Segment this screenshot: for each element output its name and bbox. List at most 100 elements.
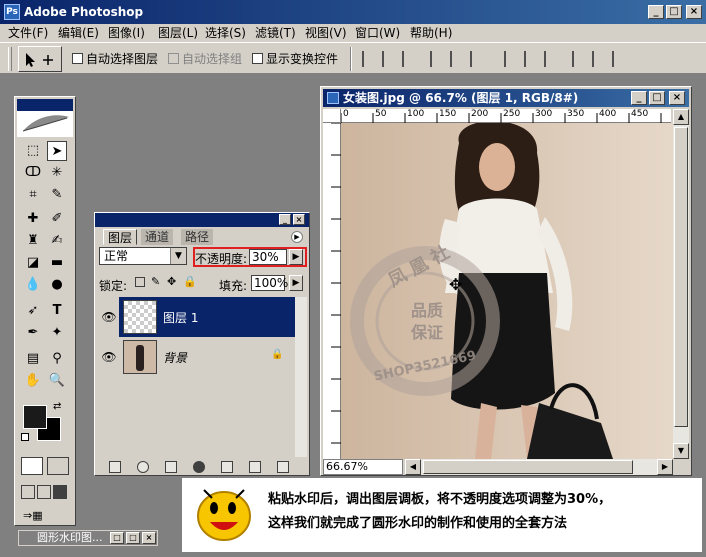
menu-filter[interactable]: 滤镜(T) xyxy=(255,24,296,42)
layer-row-layer1[interactable]: 👁 图层 1 xyxy=(99,297,295,337)
lock-position-icon[interactable]: ✥ xyxy=(167,275,176,288)
tool-preset-picker[interactable] xyxy=(18,46,62,72)
menu-select[interactable]: 选择(S) xyxy=(205,24,246,42)
blur-tool-icon[interactable]: 💧 xyxy=(23,275,43,295)
blend-mode-select[interactable]: 正常 ▼ xyxy=(99,247,187,265)
lock-image-icon[interactable]: ✎ xyxy=(151,275,160,288)
grip-handle[interactable] xyxy=(8,47,12,71)
trash-icon[interactable] xyxy=(277,461,289,473)
new-group-icon[interactable] xyxy=(221,461,233,473)
jump-to-imageready-icon[interactable]: ⇒▦ xyxy=(23,509,67,523)
doc-close-button[interactable]: × xyxy=(669,91,685,105)
panel-menu-icon[interactable]: ▶ xyxy=(291,231,303,243)
layer-style-icon[interactable] xyxy=(137,461,149,473)
history-brush-tool-icon[interactable]: ✍ xyxy=(47,231,67,251)
min-maximize-button[interactable]: □ xyxy=(126,532,140,544)
auto-select-group-checkbox[interactable] xyxy=(168,53,179,64)
marquee-tool-icon[interactable]: ⬚ xyxy=(23,141,43,161)
align-left-icon[interactable] xyxy=(430,51,444,67)
eyedropper-tool-icon[interactable]: ⚲ xyxy=(47,349,67,369)
scroll-right-icon[interactable]: ▶ xyxy=(657,459,673,475)
adjustment-layer-icon[interactable] xyxy=(193,461,205,473)
menu-file[interactable]: 文件(F) xyxy=(8,24,48,42)
align-bottom-icon[interactable] xyxy=(402,51,416,67)
menu-view[interactable]: 视图(V) xyxy=(305,24,347,42)
lock-transparency-icon[interactable] xyxy=(135,277,145,287)
distribute-vcenter-icon[interactable] xyxy=(524,51,538,67)
align-vcenter-icon[interactable] xyxy=(382,51,396,67)
panel-minimize-button[interactable]: _ xyxy=(279,214,291,225)
vertical-ruler[interactable] xyxy=(323,122,341,459)
eye-icon[interactable]: 👁 xyxy=(99,297,119,337)
notes-tool-icon[interactable]: ▤ xyxy=(23,349,43,369)
link-layers-icon[interactable] xyxy=(109,461,121,473)
crop-tool-icon[interactable]: ⌗ xyxy=(23,185,43,205)
menu-image[interactable]: 图像(I) xyxy=(108,24,145,42)
ruler-origin[interactable] xyxy=(323,109,341,123)
standard-mode-icon[interactable] xyxy=(21,457,43,475)
adobe-feather-logo-icon[interactable] xyxy=(17,111,73,137)
brush-tool-icon[interactable]: ✐ xyxy=(47,209,67,229)
eye-icon[interactable]: 👁 xyxy=(99,337,119,377)
gradient-tool-icon[interactable]: ▬ xyxy=(47,253,67,273)
path-selection-tool-icon[interactable]: ➶ xyxy=(23,301,43,321)
new-layer-icon[interactable] xyxy=(249,461,261,473)
slice-tool-icon[interactable]: ✎ xyxy=(47,185,67,205)
menu-help[interactable]: 帮助(H) xyxy=(410,24,452,42)
panel-close-button[interactable]: × xyxy=(293,214,305,225)
foreground-color-swatch[interactable] xyxy=(23,405,47,429)
minimize-button[interactable]: _ xyxy=(648,5,664,19)
toolbox-title-bar[interactable] xyxy=(17,99,73,111)
layers-panel-title-bar[interactable] xyxy=(95,213,309,227)
lasso-tool-icon[interactable]: ↀ xyxy=(23,163,43,183)
vertical-scroll-thumb[interactable] xyxy=(674,127,688,427)
doc-maximize-button[interactable]: □ xyxy=(649,91,665,105)
scroll-left-icon[interactable]: ◀ xyxy=(405,459,421,475)
pen-tool-icon[interactable]: ✒ xyxy=(23,323,43,343)
quick-mask-mode-icon[interactable] xyxy=(47,457,69,475)
tab-layers[interactable]: 图层 xyxy=(103,229,138,245)
menu-layer[interactable]: 图层(L) xyxy=(158,24,198,42)
layers-scrollbar[interactable] xyxy=(295,297,307,457)
maximize-button[interactable]: □ xyxy=(666,5,682,19)
layer-row-background[interactable]: 👁 背景 🔒 xyxy=(99,337,295,377)
distribute-right-icon[interactable] xyxy=(612,51,626,67)
distribute-bottom-icon[interactable] xyxy=(544,51,558,67)
show-transform-checkbox[interactable] xyxy=(252,53,263,64)
move-tool-icon[interactable]: ➤ xyxy=(47,141,67,161)
layer-mask-icon[interactable] xyxy=(165,461,177,473)
opacity-slider-arrow-icon[interactable]: ▶ xyxy=(289,249,303,265)
min-restore-button[interactable]: □ xyxy=(110,532,124,544)
lock-all-icon[interactable]: 🔒 xyxy=(183,275,197,288)
image-canvas[interactable]: 凤凰社 品质 保证 SHOP3521669 ✥ xyxy=(341,123,673,459)
vertical-scrollbar[interactable]: ▲ ▼ xyxy=(673,109,689,459)
align-right-icon[interactable] xyxy=(470,51,484,67)
fill-slider-arrow-icon[interactable]: ▶ xyxy=(289,275,303,291)
distribute-top-icon[interactable] xyxy=(504,51,518,67)
dodge-tool-icon[interactable]: ● xyxy=(47,275,67,295)
auto-select-layer-checkbox[interactable] xyxy=(72,53,83,64)
swap-colors-icon[interactable]: ⇄ xyxy=(53,401,61,412)
zoom-tool-icon[interactable]: 🔍 xyxy=(47,371,67,391)
clone-stamp-tool-icon[interactable]: ♜ xyxy=(23,231,43,251)
scroll-up-icon[interactable]: ▲ xyxy=(673,109,689,125)
distribute-hcenter-icon[interactable] xyxy=(592,51,606,67)
horizontal-ruler[interactable]: 0 50 100 150 200 250 300 350 400 450 xyxy=(341,109,671,123)
doc-minimize-button[interactable]: _ xyxy=(631,91,647,105)
healing-brush-tool-icon[interactable]: ✚ xyxy=(23,209,43,229)
type-tool-icon[interactable]: T xyxy=(47,301,67,321)
close-button[interactable]: × xyxy=(686,5,702,19)
hand-tool-icon[interactable]: ✋ xyxy=(23,371,43,391)
horizontal-scroll-thumb[interactable] xyxy=(423,460,633,474)
full-screen-menu-mode-icon[interactable] xyxy=(37,485,51,499)
opacity-input[interactable]: 30% xyxy=(249,249,287,265)
zoom-level-field[interactable]: 66.67% xyxy=(323,459,403,475)
menu-window[interactable]: 窗口(W) xyxy=(355,24,400,42)
align-hcenter-icon[interactable] xyxy=(450,51,464,67)
standard-screen-mode-icon[interactable] xyxy=(21,485,35,499)
distribute-left-icon[interactable] xyxy=(572,51,586,67)
custom-shape-tool-icon[interactable]: ✦ xyxy=(47,323,67,343)
default-colors-icon[interactable] xyxy=(21,433,29,441)
tab-paths[interactable]: 路径 xyxy=(181,229,214,245)
menu-edit[interactable]: 编辑(E) xyxy=(58,24,99,42)
